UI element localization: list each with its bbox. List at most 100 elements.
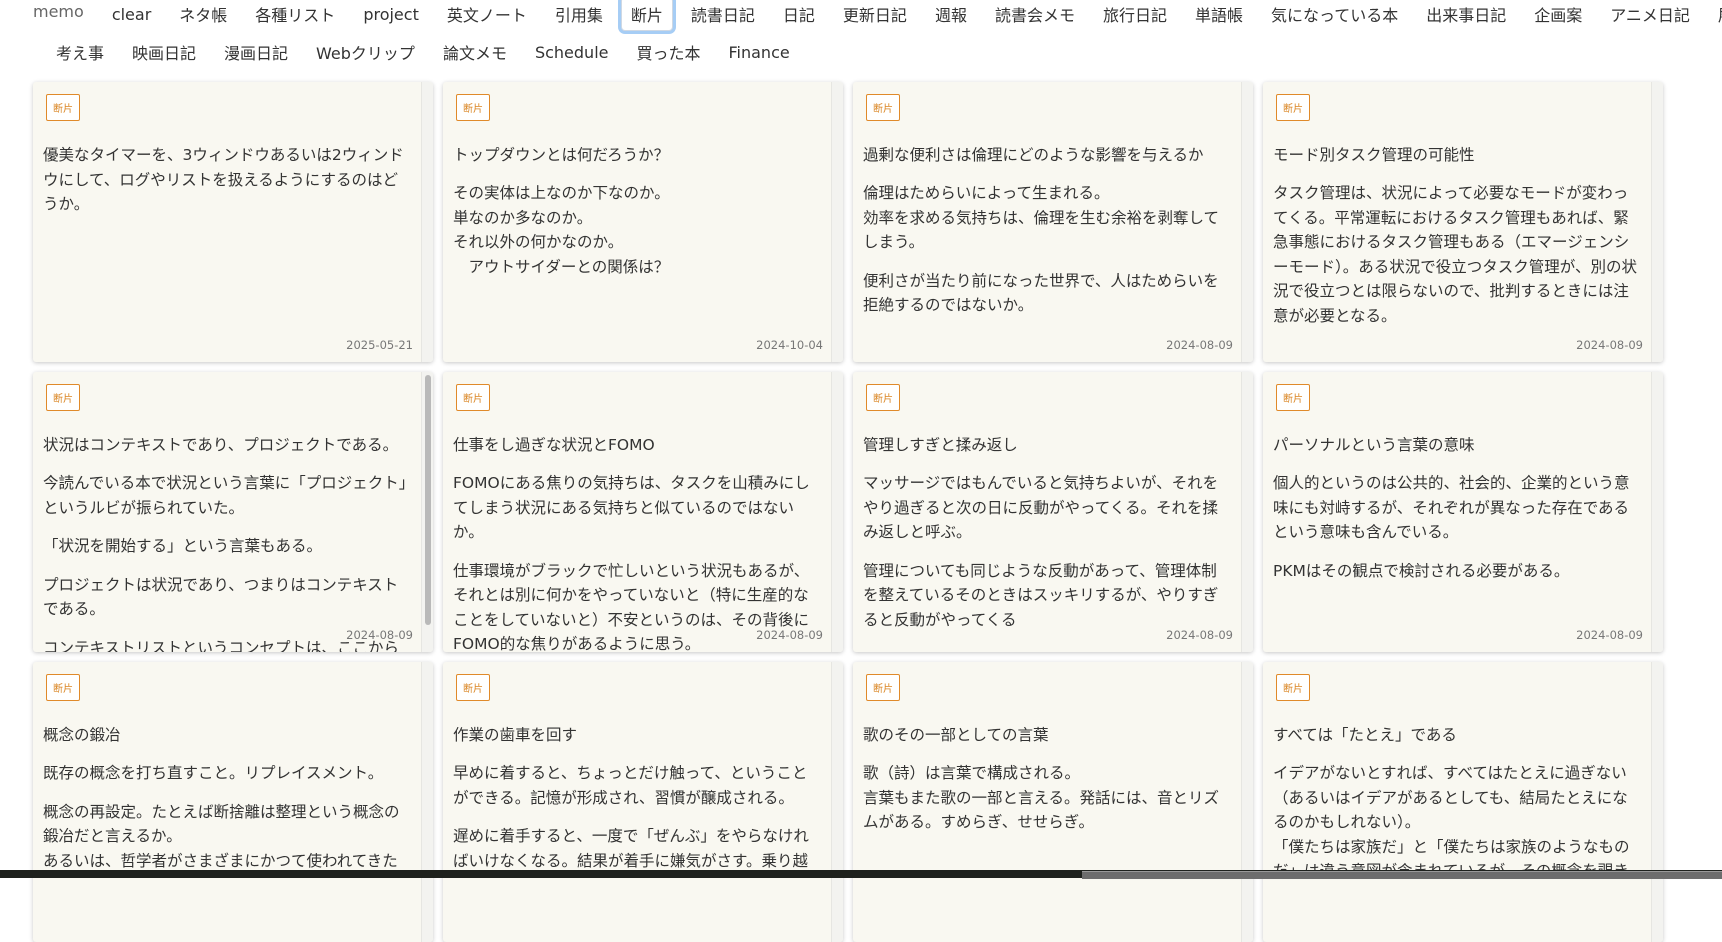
nav-tab[interactable]: 日記 — [773, 0, 825, 31]
nav-tab[interactable]: 各種リスト — [245, 0, 345, 31]
card-scrollbar-track[interactable] — [831, 82, 843, 362]
nav-tab[interactable]: 旅行日記 — [1093, 0, 1177, 31]
nav-tab[interactable]: 映画日記 — [122, 35, 206, 69]
nav-tab[interactable]: ネタ帳 — [169, 0, 237, 31]
card-scrollbar-thumb[interactable] — [425, 375, 431, 625]
tag-badge[interactable]: 断片 — [1276, 674, 1310, 701]
memo-card[interactable]: 断片 すべては「たとえ」である イデアがないとすれば、すべてはたとえに過ぎない（ある… — [1263, 662, 1663, 942]
card-title: 概念の鍛冶 — [43, 726, 121, 744]
card-paragraph: 管理についても同じような反動があって、管理体制を整えているそのときはスッキリする… — [863, 561, 1219, 629]
card-content: 断片状況はコンテキストであり、プロジェクトである。今読んでいる本で状況という言葉… — [33, 372, 422, 652]
nav-tab[interactable]: 気になっている本 — [1261, 0, 1408, 31]
card-title: 作業の歯車を回す — [453, 726, 578, 744]
card-paragraph: 今読んでいる本で状況という言葉に「プロジェクト」というルビが振られていた。 — [43, 474, 407, 517]
card-title: トップダウンとは何だろうか？ — [453, 146, 670, 164]
memo-card[interactable]: 断片 優美なタイマーを、3ウィンドウあるいは2ウィンドウにして、ログやリストを扱え… — [33, 82, 433, 362]
nav-tab[interactable]: 週報 — [925, 0, 977, 31]
nav-tab[interactable]: clear — [102, 0, 161, 29]
card-content: 断片 歌のその一部としての言葉 歌（詩）は言葉で構成される。 言葉もまた歌の一部と言… — [853, 662, 1242, 942]
memo-card-grid: 断片 優美なタイマーを、3ウィンドウあるいは2ウィンドウにして、ログやリストを扱え… — [33, 82, 1663, 942]
nav-tab[interactable]: 単語帳 — [1185, 0, 1253, 31]
card-title: パーソナルという言葉の意味 — [1273, 436, 1475, 454]
tag-badge[interactable]: 断片 — [866, 94, 900, 121]
tag-badge[interactable]: 断片 — [866, 674, 900, 701]
card-content: 断片トップダウンとは何だろうか？ その実体は上なのか下なのか。 単なのか多なのか。… — [443, 82, 832, 362]
nav-tab[interactable]: 更新日記 — [833, 0, 917, 31]
card-paragraph: 個人的というのは公共的、社会的、企業的という意味にも対峙するが、それぞれが異なっ… — [1273, 474, 1630, 541]
card-date: 2025-05-21 — [346, 338, 413, 352]
card-scrollbar-track[interactable] — [1651, 372, 1663, 652]
card-scrollbar-track[interactable] — [831, 662, 843, 942]
card-content: 断片 管理しすぎと揉み返し マッサージではもんでいると気持ちよいが、それをやり過ぎる… — [853, 372, 1242, 652]
card-content: 断片パーソナルという言葉の意味個人的というのは公共的、社会的、企業的という意味に… — [1263, 372, 1652, 652]
tag-badge[interactable]: 断片 — [456, 384, 490, 411]
tag-badge[interactable]: 断片 — [866, 384, 900, 411]
card-paragraph: 概念の再設定。たとえば断捨離は整理という概念の鍛冶だと言えるか。 あるいは、哲学… — [43, 802, 400, 870]
card-date: 2024-08-09 — [756, 628, 823, 642]
card-paragraph: FOMOにある焦りの気持ちは、タスクを山積みにしてしまう状況にある気持ちと似てい… — [453, 474, 810, 541]
card-paragraph: タスク管理は、状況によって必要なモードが変わってくる。平常運転におけるタスク管理… — [1273, 184, 1637, 325]
nav-tab[interactable]: 読書会メモ — [985, 0, 1085, 31]
memo-card[interactable]: 断片 歌のその一部としての言葉 歌（詩）は言葉で構成される。 言葉もまた歌の一部と言… — [853, 662, 1253, 942]
nav-tab[interactable]: project — [353, 0, 429, 29]
card-content: 断片作業の歯車を回す早めに着すると、ちょっとだけ触って、ということができる。記憶… — [443, 662, 832, 942]
memo-card[interactable]: 断片トップダウンとは何だろうか？ その実体は上なのか下なのか。 単なのか多なのか。… — [443, 82, 843, 362]
memo-card[interactable]: 断片パーソナルという言葉の意味個人的というのは公共的、社会的、企業的という意味に… — [1263, 372, 1663, 652]
tag-badge[interactable]: 断片 — [1276, 94, 1310, 121]
nav-tab[interactable]: 読書日記 — [681, 0, 765, 31]
nav-tab[interactable]: Finance — [719, 38, 800, 67]
nav-tab[interactable]: 漫画日記 — [214, 35, 298, 69]
nav-tab[interactable]: 展望 — [1708, 0, 1722, 31]
card-scrollbar-track[interactable] — [421, 372, 433, 652]
nav-tab[interactable]: Schedule — [525, 38, 619, 67]
nav-tab[interactable]: 買った本 — [626, 35, 710, 69]
card-date: 2024-08-09 — [346, 628, 413, 642]
nav-tab[interactable]: 考え事 — [46, 35, 114, 69]
memo-card[interactable]: 断片 過剰な便利さは倫理にどのような影響を与えるか 倫理はためらいによって生まれる。… — [853, 82, 1253, 362]
nav-tab[interactable]: Webクリップ — [306, 35, 425, 69]
memo-card[interactable]: 断片概念の鍛冶既存の概念を打ち直すこと。リプレイスメント。概念の再設定。たとえば… — [33, 662, 433, 942]
card-scrollbar-track[interactable] — [1241, 372, 1253, 652]
nav-tab[interactable]: 論文メモ — [433, 35, 517, 69]
nav-row-2: 考え事 映画日記 漫画日記 Webクリップ 論文メモ Schedule 買った本 Financ… — [46, 36, 808, 68]
card-scrollbar-track[interactable] — [1241, 662, 1253, 942]
tag-badge[interactable]: 断片 — [46, 94, 80, 121]
nav-tab[interactable]: 英文ノート — [437, 0, 537, 31]
nav-tab[interactable]: 断片 — [620, 0, 673, 31]
brand-logo[interactable]: memo — [33, 2, 84, 21]
tag-badge[interactable]: 断片 — [456, 674, 490, 701]
tag-badge[interactable]: 断片 — [1276, 384, 1310, 411]
card-date: 2024-08-09 — [1576, 338, 1643, 352]
card-paragraph: 早めに着すると、ちょっとだけ触って、ということができる。記憶が形成され、習慣が醸… — [453, 764, 808, 807]
card-scrollbar-track[interactable] — [421, 662, 433, 942]
nav-tab[interactable]: アニメ日記 — [1600, 0, 1700, 31]
card-paragraph: 遅めに着手すると、一度で「ぜんぶ」をやらなければいけなくなる。結果が着手に嫌気が… — [453, 827, 809, 870]
nav-tab[interactable]: 企画案 — [1524, 0, 1592, 31]
memo-card[interactable]: 断片状況はコンテキストであり、プロジェクトである。今読んでいる本で状況という言葉… — [33, 372, 433, 652]
memo-card[interactable]: 断片作業の歯車を回す早めに着すると、ちょっとだけ触って、ということができる。記憶… — [443, 662, 843, 942]
nav-row-1: memo clear ネタ帳 各種リスト project 英文ノート 引用集 断片 読書日記日… — [33, 0, 1722, 31]
nav-tab[interactable]: 出来事日記 — [1416, 0, 1516, 31]
tag-badge[interactable]: 断片 — [46, 384, 80, 411]
card-scrollbar-track[interactable] — [1241, 82, 1253, 362]
tag-badge[interactable]: 断片 — [456, 94, 490, 121]
memo-card[interactable]: 断片モード別タスク管理の可能性タスク管理は、状況によって必要なモードが変わってく… — [1263, 82, 1663, 362]
memo-card[interactable]: 断片 仕事をし過ぎな状況とFOMO FOMOにある焦りの気持ちは、タスクを山積みにし… — [443, 372, 843, 652]
card-scrollbar-track[interactable] — [1651, 662, 1663, 942]
card-content: 断片 すべては「たとえ」である イデアがないとすれば、すべてはたとえに過ぎない（ある… — [1263, 662, 1652, 942]
card-paragraph: 便利さが当たり前になった世界で、人はためらいを拒絶するのではないか。 — [863, 271, 1219, 315]
card-content: 断片概念の鍛冶既存の概念を打ち直すこと。リプレイスメント。概念の再設定。たとえば… — [33, 662, 422, 942]
card-scrollbar-track[interactable] — [831, 372, 843, 652]
memo-card[interactable]: 断片 管理しすぎと揉み返し マッサージではもんでいると気持ちよいが、それをやり過ぎる… — [853, 372, 1253, 652]
card-title: 状況はコンテキストであり、プロジェクトである。 — [43, 436, 399, 454]
card-paragraph: 既存の概念を打ち直すこと。リプレイスメント。 — [43, 764, 384, 782]
card-paragraph: その実体は上なのか下なのか。 単なのか多なのか。 それ以外の何かなのか。 アウト… — [453, 184, 670, 276]
card-scrollbar-track[interactable] — [1651, 82, 1663, 362]
nav-tab[interactable]: 引用集 — [545, 0, 613, 31]
card-title: モード別タスク管理の可能性 — [1273, 146, 1475, 164]
card-paragraph: 倫理はためらいによって生まれる。 効率を求める気持ちは、倫理を生む余裕を剥奪して… — [863, 184, 1220, 251]
card-date: 2024-10-04 — [756, 338, 823, 352]
tag-badge[interactable]: 断片 — [46, 674, 80, 701]
card-title: 管理しすぎと揉み返し — [863, 436, 1018, 454]
card-scrollbar-track[interactable] — [421, 82, 433, 362]
